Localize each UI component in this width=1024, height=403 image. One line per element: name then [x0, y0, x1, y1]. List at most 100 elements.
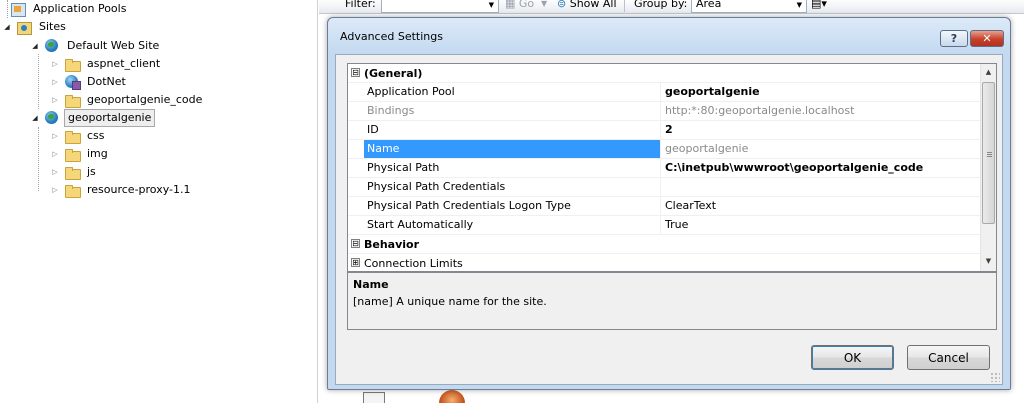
resize-grip-icon[interactable] [990, 372, 1000, 382]
go-icon: ▦ [505, 0, 519, 10]
property-value[interactable]: 2 [662, 121, 982, 139]
folder-icon [64, 129, 81, 144]
folder-icon [64, 57, 81, 72]
tree-item-label: Default Web Site [67, 39, 160, 52]
filter-label: Filter: [345, 0, 376, 10]
property-value[interactable] [662, 178, 982, 196]
close-icon: ✕ [982, 32, 992, 45]
property-value[interactable]: geoportalgenie [662, 83, 982, 101]
collapse-arrow-icon[interactable]: ◢ [30, 114, 40, 122]
property-row-application-pool[interactable]: Application Pool geoportalgenie [348, 83, 982, 102]
property-grid: ⊟ (General) Application Pool geoportalge… [347, 63, 997, 272]
collapse-toggle-icon[interactable]: ⊟ [351, 239, 360, 248]
property-value[interactable]: ClearText [662, 197, 982, 215]
dialog-client-area: ⊟ (General) Application Pool geoportalge… [335, 54, 1003, 385]
filter-input[interactable]: ▼ [381, 0, 499, 13]
tree-item-label: css [87, 129, 105, 142]
ok-button[interactable]: OK [811, 345, 894, 370]
property-value[interactable]: C:\inetpub\wwwroot\geoportalgenie_code [662, 159, 982, 177]
tree-item-label: Sites [39, 20, 66, 33]
close-button[interactable]: ✕ [970, 30, 1004, 47]
property-value[interactable]: True [662, 216, 982, 234]
folder-icon [64, 147, 81, 162]
tree-item-label: aspnet_client [87, 57, 161, 70]
expand-toggle-icon[interactable]: ⊞ [351, 258, 360, 267]
dialog-title: Advanced Settings [340, 30, 443, 43]
tree-item-geoportalgenie-code[interactable]: ▷ geoportalgenie_code [50, 91, 205, 109]
expand-arrow-icon[interactable]: ▷ [50, 78, 60, 86]
property-value[interactable]: http:*:80:geoportalgenie.localhost [662, 102, 982, 120]
scroll-grip-icon [987, 152, 992, 153]
tree-item-default-web-site[interactable]: ◢ Default Web Site [30, 37, 162, 55]
property-name: Name [364, 140, 661, 158]
feature-document-icon [363, 392, 385, 403]
tree-connector [38, 127, 39, 191]
group-by-label: Group by: [634, 0, 688, 10]
cancel-button[interactable]: Cancel [907, 345, 990, 370]
expand-arrow-icon[interactable]: ▷ [50, 168, 60, 176]
tree-item-resource-proxy[interactable]: ▷ resource-proxy-1.1 [50, 181, 194, 199]
tree-item-geoportalgenie[interactable]: ◢ geoportalgenie [30, 109, 156, 127]
property-name: Physical Path [364, 159, 661, 177]
property-row-physical-path[interactable]: Physical Path C:\inetpub\wwwroot\geoport… [348, 159, 982, 178]
tree-item-label: resource-proxy-1.1 [87, 183, 191, 196]
view-mode-icon[interactable]: ▤▾ [811, 0, 827, 13]
tree-item-js[interactable]: ▷ js [50, 163, 99, 181]
expand-arrow-icon[interactable]: ▷ [50, 132, 60, 140]
property-row-connection-limits[interactable]: ⊞ Connection Limits [348, 254, 982, 271]
group-by-select[interactable]: Area ▼ [691, 0, 807, 13]
category-general[interactable]: ⊟ (General) [348, 64, 982, 83]
collapse-toggle-icon[interactable]: ⊟ [351, 68, 360, 77]
property-row-logon-type[interactable]: Physical Path Credentials Logon Type Cle… [348, 197, 982, 216]
folder-icon [64, 183, 81, 198]
globe-icon [44, 111, 60, 125]
collapse-arrow-icon[interactable]: ◢ [2, 23, 12, 31]
go-dropdown-arrow-icon[interactable]: ▼ [541, 0, 547, 13]
filter-toolbar: Filter: ▼ ▦ Go ▼ ⊜ Show All Group by: Ar… [319, 0, 1024, 14]
property-row-start-automatically[interactable]: Start Automatically True [348, 216, 982, 235]
tree-item-aspnet-client[interactable]: ▷ aspnet_client [50, 55, 163, 73]
tree-item-dotnet[interactable]: ▷ DotNet [50, 73, 129, 91]
scroll-up-arrow-icon[interactable]: ▲ [984, 68, 993, 76]
property-row-physical-path-credentials[interactable]: Physical Path Credentials [348, 178, 982, 197]
tree-item-application-pools[interactable]: Application Pools [10, 0, 129, 18]
property-name: ID [364, 121, 661, 139]
scrollbar-thumb[interactable] [982, 82, 995, 224]
help-icon: ? [950, 32, 958, 45]
property-row-bindings[interactable]: Bindings http:*:80:geoportalgenie.localh… [348, 102, 982, 121]
dropdown-arrow-icon: ▼ [488, 1, 494, 9]
tree-item-label: Application Pools [33, 2, 127, 15]
property-row-name[interactable]: Name geoportalgenie [348, 140, 982, 159]
expand-arrow-icon[interactable]: ▷ [50, 60, 60, 68]
property-name: Start Automatically [364, 216, 661, 234]
property-value[interactable]: geoportalgenie [662, 140, 982, 158]
advanced-settings-dialog: Advanced Settings ? ✕ ⊟ (General) Applic… [327, 17, 1011, 390]
property-name: Connection Limits [364, 257, 463, 270]
show-all-button[interactable]: ⊜ Show All [557, 0, 617, 13]
expand-arrow-icon[interactable]: ▷ [50, 150, 60, 158]
show-all-label: Show All [569, 0, 617, 10]
collapse-arrow-icon[interactable]: ◢ [30, 42, 40, 50]
property-name: Physical Path Credentials Logon Type [364, 197, 661, 215]
help-button[interactable]: ? [940, 30, 968, 47]
tree-item-css[interactable]: ▷ css [50, 127, 108, 145]
scroll-down-arrow-icon[interactable]: ▼ [984, 257, 993, 265]
tree-item-label: geoportalgenie_code [87, 93, 203, 106]
property-grid-scrollbar[interactable]: ▲ ▼ [980, 64, 996, 271]
property-name: Application Pool [364, 83, 661, 101]
dialog-title-bar[interactable]: Advanced Settings ? ✕ [328, 18, 1010, 54]
category-label: (General) [364, 67, 423, 80]
go-button[interactable]: ▦ Go [505, 0, 534, 13]
expand-arrow-icon[interactable]: ▷ [50, 186, 60, 194]
property-row-id[interactable]: ID 2 [348, 121, 982, 140]
tree-item-img[interactable]: ▷ img [50, 145, 111, 163]
property-name: Physical Path Credentials [364, 178, 661, 196]
dotnet-app-icon [64, 75, 81, 90]
tree-item-sites[interactable]: ◢ Sites [2, 18, 69, 36]
tree-connector [7, 0, 8, 18]
description-text: [name] A unique name for the site. [353, 295, 547, 308]
expand-arrow-icon[interactable]: ▷ [50, 96, 60, 104]
tree-item-label: img [87, 147, 108, 160]
category-behavior[interactable]: ⊟ Behavior [348, 235, 982, 254]
tree-item-label: DotNet [87, 75, 126, 88]
